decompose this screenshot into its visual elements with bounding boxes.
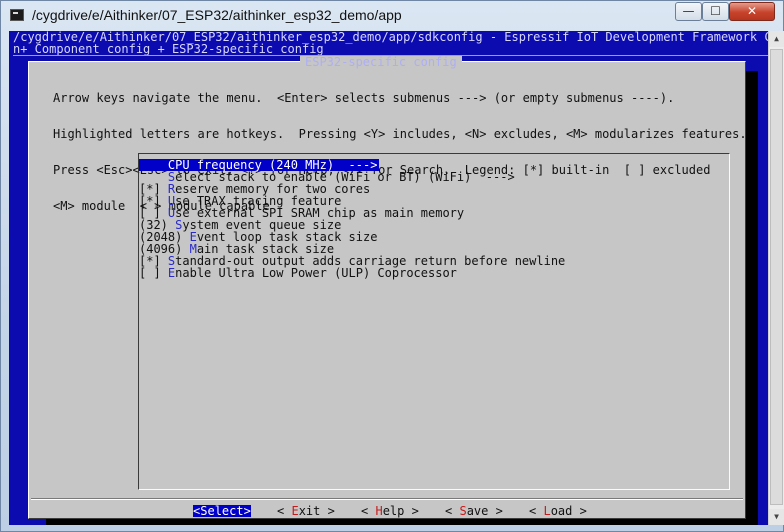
help-line: Highlighted letters are hotkeys. Pressin… — [53, 127, 747, 141]
window-title: /cygdrive/e/Aithinker/07_ESP32/aithinker… — [32, 7, 402, 23]
terminal-window: /cygdrive/e/Aithinker/07_ESP32/aithinker… — [0, 0, 784, 532]
button-bracket: < — [361, 504, 376, 518]
minimize-button[interactable]: — — [675, 2, 702, 21]
menuconfig-dialog: ESP32-specific config Arrow keys navigat… — [28, 56, 747, 519]
button-label: elect> — [207, 504, 251, 518]
button-hotkey: L — [543, 504, 551, 518]
menu-list: CPU frequency (240 MHz) ---> Select stac… — [138, 153, 730, 490]
dialog-title: ESP32-specific config — [300, 56, 462, 68]
exit-button[interactable]: < Exit > — [277, 505, 335, 517]
save-button[interactable]: < Save > — [445, 505, 503, 517]
title-bar[interactable]: /cygdrive/e/Aithinker/07_ESP32/aithinker… — [1, 1, 783, 31]
button-bracket: < — [277, 504, 292, 518]
load-button[interactable]: < Load > — [529, 505, 587, 517]
button-label: oad > — [550, 504, 587, 518]
button-label: ave > — [466, 504, 503, 518]
button-hotkey: S — [459, 504, 467, 518]
dialog-shadow-right — [746, 71, 758, 525]
help-line: Arrow keys navigate the menu. <Enter> se… — [53, 91, 675, 105]
menu-breadcrumb: n+ Component config + ESP32-specific con… — [13, 42, 324, 56]
close-button[interactable]: ✕ — [729, 2, 775, 21]
menu-item-ulp-coprocessor[interactable]: [ ] Enable Ultra Low Power (ULP) Coproce… — [139, 267, 457, 279]
scroll-down-arrow-icon[interactable]: ▼ — [769, 509, 784, 525]
button-bracket: < — [529, 504, 544, 518]
button-hotkey: E — [291, 504, 299, 518]
item-label: nable Ultra Low Power (ULP) Coprocessor — [175, 266, 457, 280]
help-button[interactable]: < Help > — [361, 505, 419, 517]
item-checkbox: [ ] — [139, 266, 168, 280]
scroll-up-arrow-icon[interactable]: ▲ — [769, 31, 784, 47]
dialog-shadow-bottom — [46, 519, 758, 525]
console-area[interactable]: /cygdrive/e/Aithinker/07_ESP32/aithinker… — [9, 31, 768, 525]
button-label: xit > — [298, 504, 335, 518]
maximize-button[interactable]: ☐ — [702, 2, 729, 21]
scrollbar-thumb[interactable] — [770, 49, 783, 505]
terminal-app-icon — [10, 9, 24, 21]
vertical-scrollbar[interactable]: ▲ ▼ — [768, 31, 784, 525]
button-label: elp > — [382, 504, 419, 518]
select-button[interactable]: <Select> — [193, 505, 251, 517]
button-divider-highlight — [31, 499, 743, 500]
button-bracket: < — [445, 504, 460, 518]
button-hotkey: H — [375, 504, 383, 518]
